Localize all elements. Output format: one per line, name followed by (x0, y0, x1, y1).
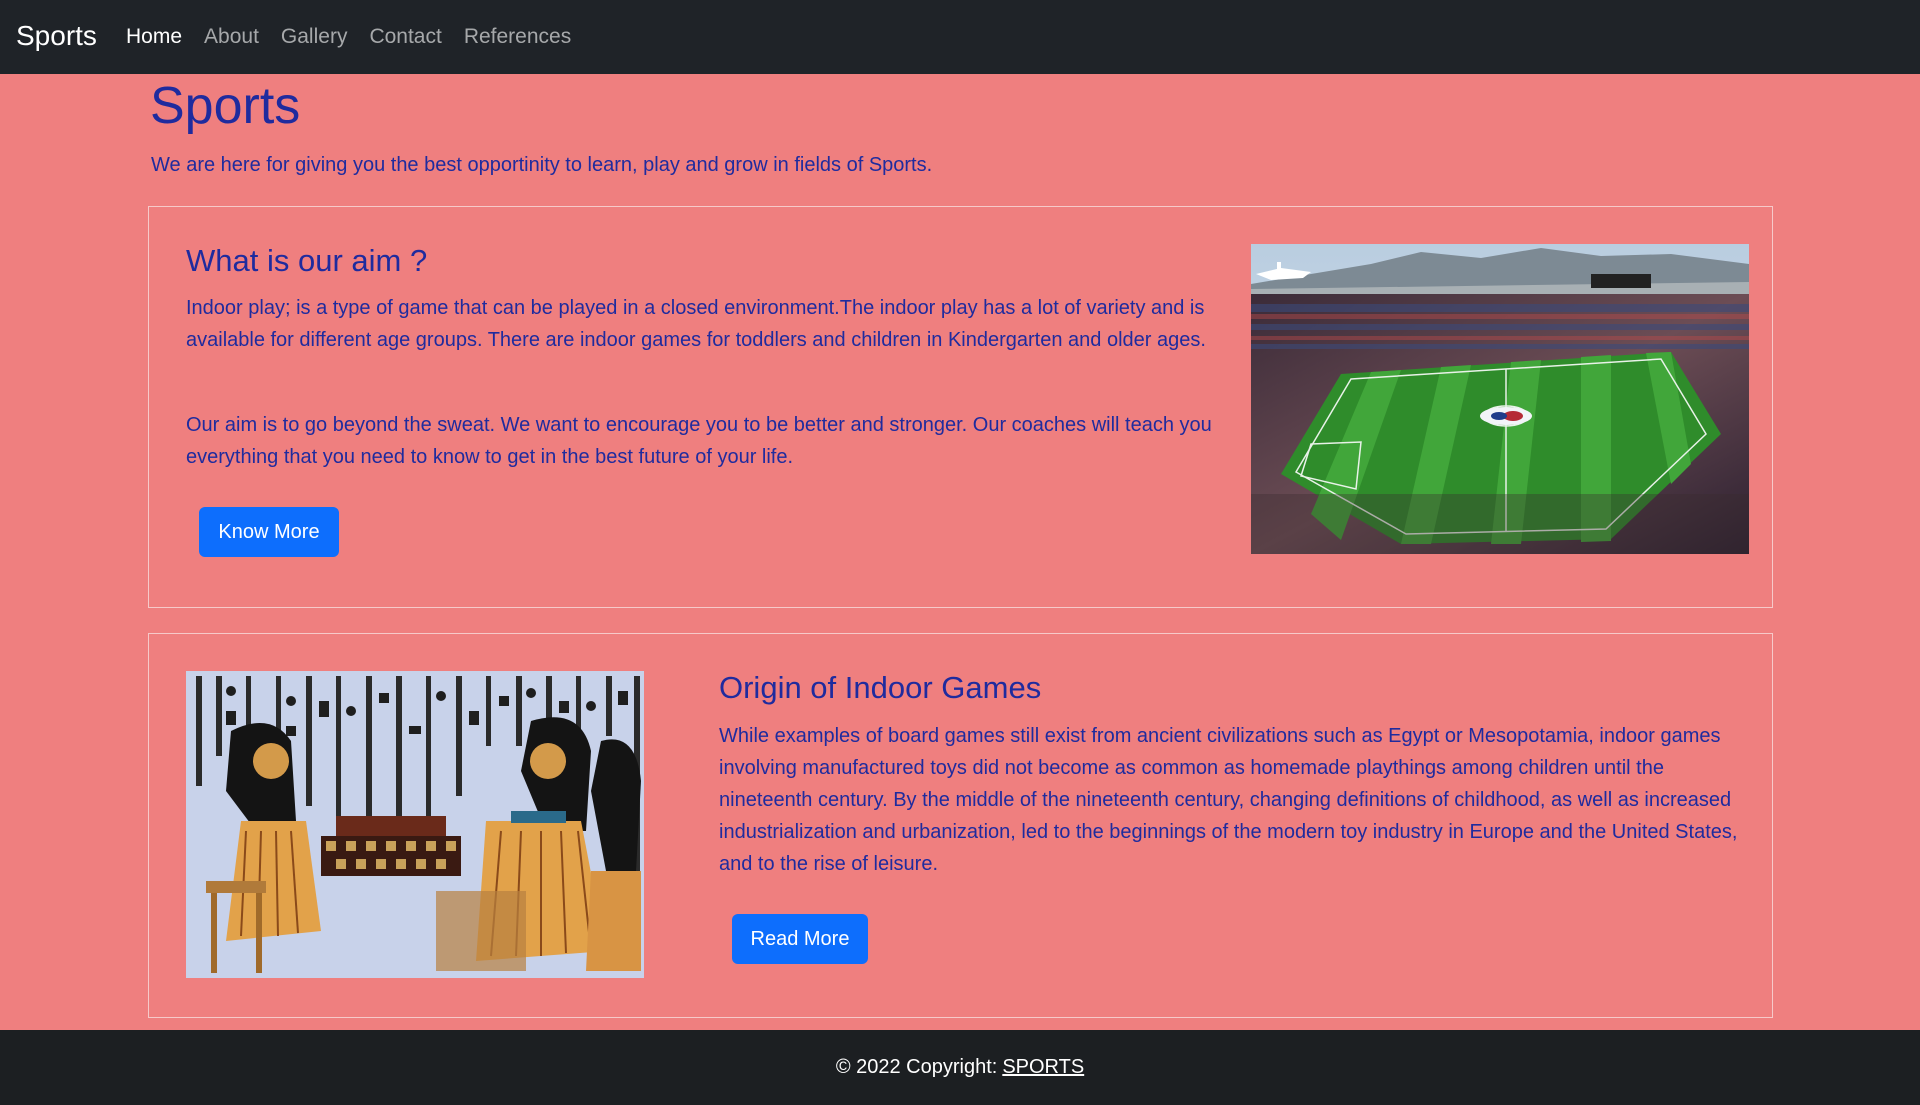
nav-link-home[interactable]: Home (126, 22, 182, 52)
aim-paragraph-1: Indoor play; is a type of game that can … (186, 297, 1206, 351)
navbar: Sports Home About Gallery Contact Refere… (0, 0, 1920, 74)
aim-card: What is our aim ? Indoor play; is a type… (148, 206, 1773, 608)
know-more-button[interactable]: Know More (199, 507, 339, 557)
footer: © 2022 Copyright: SPORTS (0, 1030, 1920, 1105)
egyptian-painting-image (186, 671, 644, 978)
read-more-button[interactable]: Read More (732, 914, 868, 964)
aim-title: What is our aim ? (186, 243, 428, 278)
nav-link-references[interactable]: References (464, 22, 571, 52)
origin-paragraph: While examples of board games still exis… (719, 725, 1738, 875)
page-subtitle: We are here for giving you the best oppo… (151, 154, 933, 176)
nav-links: Home About Gallery Contact References (126, 22, 593, 52)
copyright-text: © 2022 Copyright: (835, 1056, 998, 1078)
nav-link-about[interactable]: About (204, 22, 259, 52)
nav-link-contact[interactable]: Contact (369, 22, 441, 52)
stadium-image (1251, 244, 1749, 554)
aim-paragraph-2: Our aim is to go beyond the sweat. We wa… (186, 414, 1212, 468)
origin-title: Origin of Indoor Games (719, 670, 1042, 705)
brand-link[interactable]: Sports (16, 18, 97, 54)
page-title: Sports (150, 77, 301, 135)
footer-sports-link[interactable]: SPORTS (1002, 1056, 1084, 1079)
nav-link-gallery[interactable]: Gallery (281, 22, 348, 52)
origin-card: Origin of Indoor Games While examples of… (148, 633, 1773, 1018)
